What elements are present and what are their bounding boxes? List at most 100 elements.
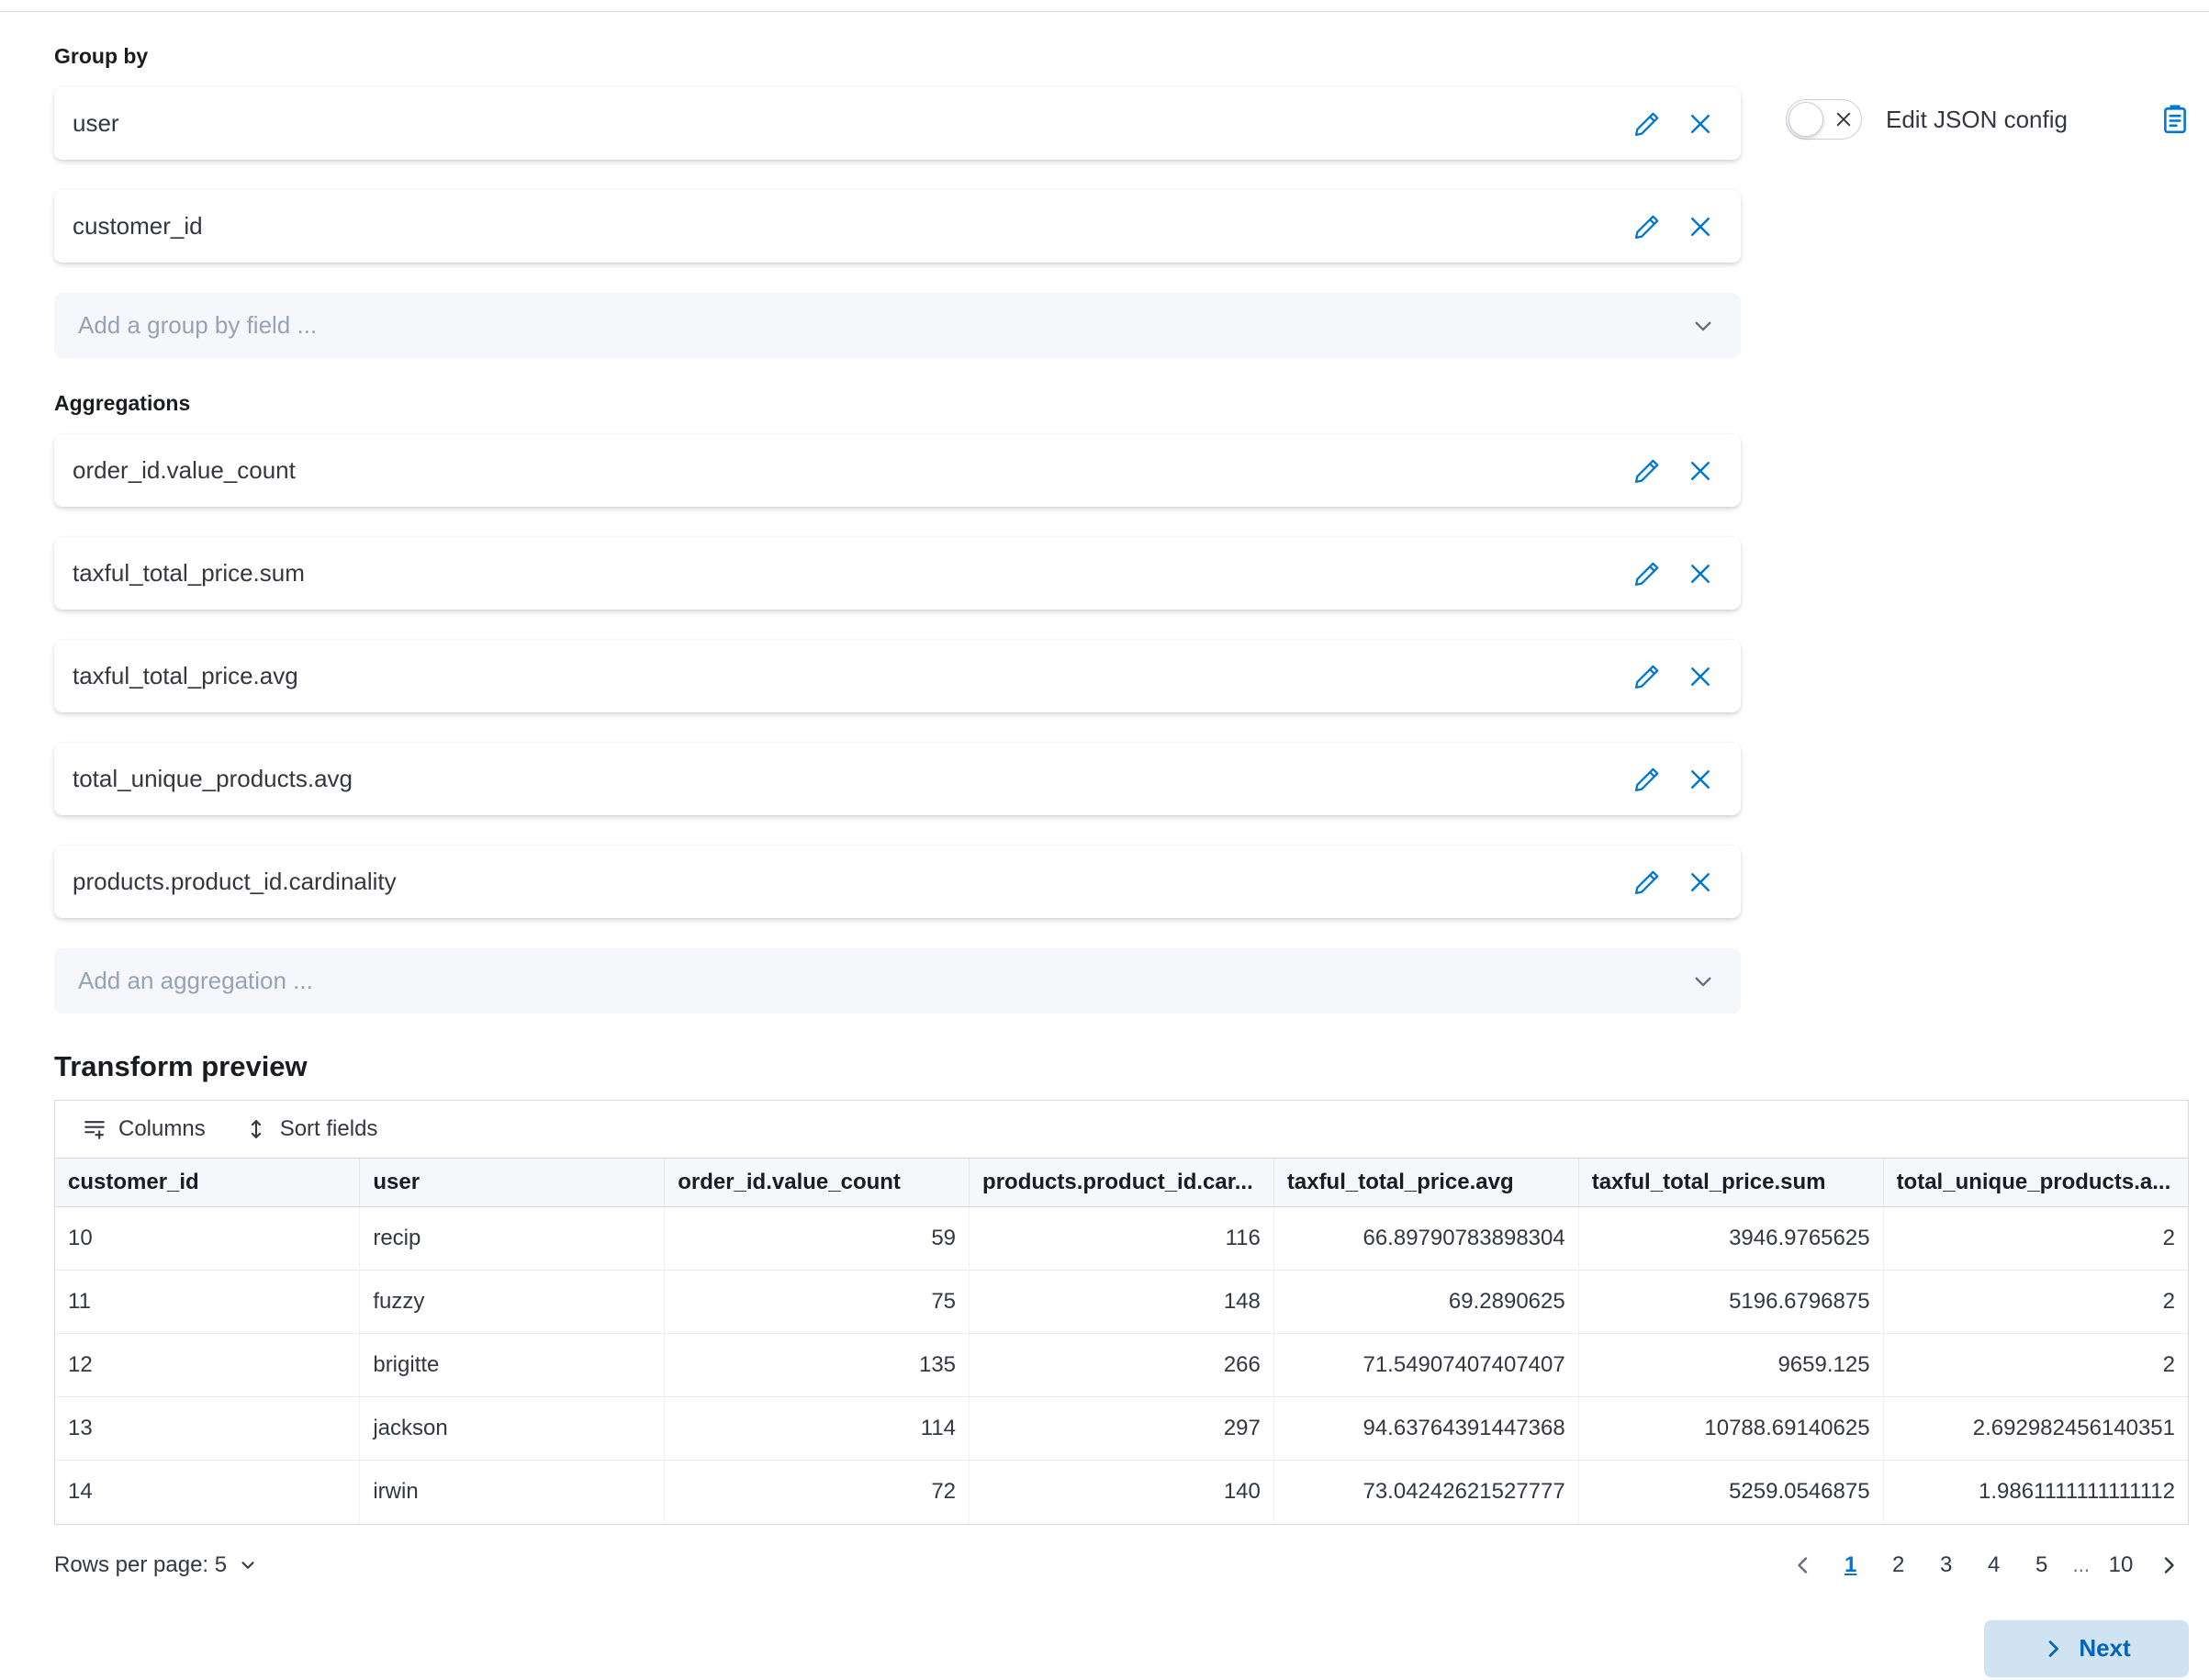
rows-per-page-label: Rows per page: 5: [54, 1552, 227, 1578]
rows-per-page-button[interactable]: Rows per page: 5: [54, 1552, 258, 1578]
edit-pencil-icon[interactable]: [1634, 214, 1660, 240]
table-row: 13 jackson 114 297 94.63764391447368 107…: [55, 1397, 2188, 1461]
cell: 10: [55, 1207, 360, 1271]
chevron-right-icon: [2158, 1554, 2180, 1576]
page-button-1[interactable]: 1: [1831, 1545, 1871, 1585]
cell: 73.04242621527777: [1273, 1461, 1578, 1524]
add-aggregation-select[interactable]: Add an aggregation ...: [54, 948, 1741, 1014]
column-header-total-unique-products-avg[interactable]: total_unique_products.a...: [1883, 1159, 2188, 1207]
cell: 66.89790783898304: [1273, 1207, 1578, 1271]
aggregation-item-label: taxful_total_price.sum: [73, 559, 305, 588]
column-header-products-product-id-cardinality[interactable]: products.product_id.car...: [970, 1159, 1274, 1207]
cell: 59: [665, 1207, 970, 1271]
remove-x-icon[interactable]: [1688, 767, 1713, 792]
cell: brigitte: [360, 1334, 665, 1397]
group-by-section-label: Group by: [54, 44, 2189, 69]
aggregation-item: products.product_id.cardinality: [54, 846, 1741, 918]
pill-actions: [1634, 767, 1713, 792]
remove-x-icon[interactable]: [1688, 664, 1713, 689]
table-footer: Rows per page: 5 1 2 3 4 5 ... 10: [54, 1545, 2189, 1585]
cell: 5196.6796875: [1578, 1271, 1883, 1334]
aggregations-list: order_id.value_count taxful_total_price.…: [54, 434, 1741, 1014]
add-group-by-placeholder: Add a group by field ...: [78, 311, 317, 340]
next-button-label: Next: [2079, 1634, 2130, 1663]
next-button[interactable]: Next: [1984, 1620, 2189, 1677]
sort-fields-button[interactable]: Sort fields: [228, 1107, 395, 1151]
cell: 13: [55, 1397, 360, 1461]
cell: 148: [970, 1271, 1274, 1334]
cell: 2: [1883, 1271, 2188, 1334]
pill-actions: [1634, 561, 1713, 587]
table-toolbar: Columns Sort fields: [55, 1101, 2188, 1158]
preview-table-panel: Columns Sort fields customer_id user ord…: [54, 1100, 2189, 1525]
cell: fuzzy: [360, 1271, 665, 1334]
columns-button[interactable]: Columns: [66, 1107, 222, 1151]
cell: 114: [665, 1397, 970, 1461]
remove-x-icon[interactable]: [1688, 561, 1713, 587]
sort-fields-button-label: Sort fields: [280, 1116, 378, 1142]
chevron-down-icon: [1691, 969, 1715, 993]
group-by-item-customer-id: customer_id: [54, 190, 1741, 263]
aggregation-item: order_id.value_count: [54, 434, 1741, 507]
cell: 140: [970, 1461, 1274, 1524]
edit-pencil-icon[interactable]: [1634, 767, 1660, 792]
page-button-3[interactable]: 3: [1926, 1545, 1967, 1585]
cell: 116: [970, 1207, 1274, 1271]
cell: 1.9861111111111112: [1883, 1461, 2188, 1524]
table-row: 10 recip 59 116 66.89790783898304 3946.9…: [55, 1207, 2188, 1271]
aggregation-item-label: taxful_total_price.avg: [73, 662, 298, 690]
prev-page-button[interactable]: [1783, 1545, 1823, 1585]
remove-x-icon[interactable]: [1688, 869, 1713, 895]
column-header-taxful-total-price-sum[interactable]: taxful_total_price.sum: [1578, 1159, 1883, 1207]
group-by-list: user customer_id: [54, 87, 1741, 358]
pill-actions: [1634, 664, 1713, 689]
edit-pencil-icon[interactable]: [1634, 458, 1660, 484]
page-button-2[interactable]: 2: [1878, 1545, 1919, 1585]
page-button-10[interactable]: 10: [2101, 1545, 2141, 1585]
pagination: 1 2 3 4 5 ... 10: [1783, 1545, 2189, 1585]
table-row: 11 fuzzy 75 148 69.2890625 5196.6796875 …: [55, 1271, 2188, 1334]
page-button-5[interactable]: 5: [2022, 1545, 2062, 1585]
cell: 12: [55, 1334, 360, 1397]
edit-pencil-icon[interactable]: [1634, 664, 1660, 689]
cell: 75: [665, 1271, 970, 1334]
column-header-user[interactable]: user: [360, 1159, 665, 1207]
transform-preview-title: Transform preview: [54, 1050, 2189, 1083]
group-by-item-label: customer_id: [73, 212, 203, 241]
table-row: 14 irwin 72 140 73.04242621527777 5259.0…: [55, 1461, 2188, 1524]
cell: 2: [1883, 1334, 2188, 1397]
edit-pencil-icon[interactable]: [1634, 869, 1660, 895]
columns-list-add-icon: [83, 1117, 107, 1141]
edit-pencil-icon[interactable]: [1634, 561, 1660, 587]
cell: 71.54907407407407: [1273, 1334, 1578, 1397]
chevron-down-icon: [1691, 314, 1715, 338]
remove-x-icon[interactable]: [1688, 458, 1713, 484]
cell: 266: [970, 1334, 1274, 1397]
cell: irwin: [360, 1461, 665, 1524]
column-header-customer-id[interactable]: customer_id: [55, 1159, 360, 1207]
aggregation-item: taxful_total_price.sum: [54, 537, 1741, 610]
edit-pencil-icon[interactable]: [1634, 111, 1660, 137]
pill-actions: [1634, 111, 1713, 137]
next-page-button[interactable]: [2148, 1545, 2189, 1585]
cell: 2.692982456140351: [1883, 1397, 2188, 1461]
transform-wizard-page: Edit JSON config Group by user: [0, 0, 2209, 1680]
group-by-item-user: user: [54, 87, 1741, 160]
wizard-actions: Next: [54, 1620, 2189, 1677]
table-header-row: customer_id user order_id.value_count pr…: [55, 1159, 2188, 1207]
add-group-by-field-select[interactable]: Add a group by field ...: [54, 293, 1741, 358]
table-row: 12 brigitte 135 266 71.54907407407407 96…: [55, 1334, 2188, 1397]
pagination-ellipsis: ...: [2069, 1553, 2093, 1577]
cell: 10788.69140625: [1578, 1397, 1883, 1461]
remove-x-icon[interactable]: [1688, 111, 1713, 137]
cell: 72: [665, 1461, 970, 1524]
pill-actions: [1634, 869, 1713, 895]
aggregation-item: taxful_total_price.avg: [54, 640, 1741, 712]
cell: 135: [665, 1334, 970, 1397]
remove-x-icon[interactable]: [1688, 214, 1713, 240]
aggregation-item-label: products.product_id.cardinality: [73, 868, 397, 896]
cell: 297: [970, 1397, 1274, 1461]
column-header-taxful-total-price-avg[interactable]: taxful_total_price.avg: [1273, 1159, 1578, 1207]
page-button-4[interactable]: 4: [1974, 1545, 2014, 1585]
column-header-order-id-value-count[interactable]: order_id.value_count: [665, 1159, 970, 1207]
